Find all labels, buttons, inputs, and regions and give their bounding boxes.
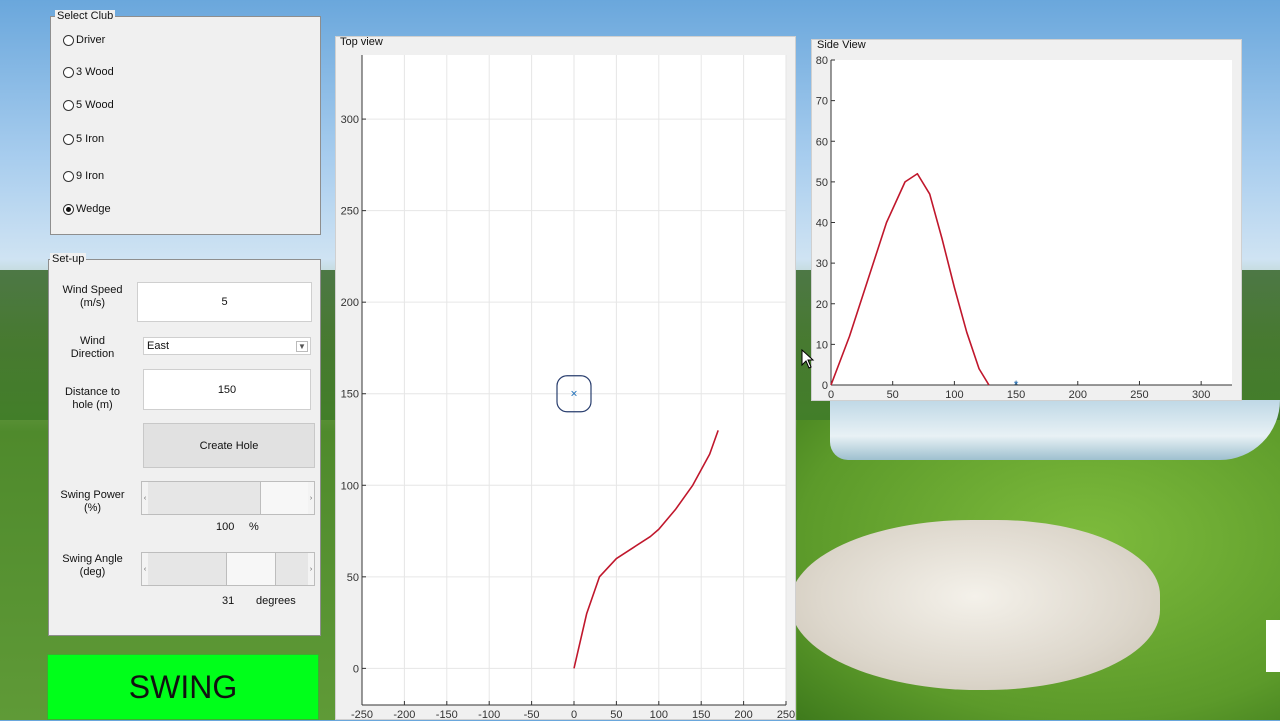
y-tick-label: 80	[816, 55, 828, 67]
x-tick-label: 250	[1130, 389, 1148, 400]
plot-area	[831, 60, 1232, 385]
setup-panel: Set-up Wind Speed (m/s) 5 Wind Direction…	[48, 253, 321, 636]
y-tick-label: 50	[347, 572, 359, 584]
background-lake	[830, 400, 1280, 460]
swing-power-unit: %	[249, 521, 259, 533]
top-view-chart[interactable]: -250 -200 -150 -100 -50 0 50 100 150 200 250 0 50 100…	[336, 37, 795, 721]
hole-marker: *	[1014, 378, 1019, 392]
slider-left-arrow-icon[interactable]: ‹	[142, 553, 148, 585]
slider-left-arrow-icon[interactable]: ‹	[142, 482, 148, 514]
x-tick-label: -200	[393, 709, 415, 721]
setup-title: Set-up	[50, 253, 87, 265]
x-tick-label: -100	[478, 709, 500, 721]
x-tick-label: 150	[692, 709, 710, 721]
y-tick-label: 10	[816, 339, 828, 351]
distance-label: Distance to hole (m)	[64, 386, 121, 411]
x-tick-label: 200	[1069, 389, 1087, 400]
club-option-driver[interactable]: Driver	[63, 34, 105, 46]
radio-button-selected-icon	[63, 203, 74, 215]
y-tick-label: 20	[816, 299, 828, 311]
chevron-down-icon[interactable]: ▼	[296, 341, 308, 352]
top-view-panel: Top view -250 -200 -150 -100 -50 0 50 100 150 200…	[335, 36, 796, 721]
x-tick-label: -50	[524, 709, 540, 721]
radio-button-icon	[63, 99, 74, 111]
wind-speed-label: Wind Speed (m/s)	[62, 284, 123, 309]
swing-angle-slider[interactable]: ‹ ›	[141, 552, 315, 586]
swing-angle-thumb[interactable]	[226, 552, 277, 586]
club-option-wedge[interactable]: Wedge	[63, 203, 111, 215]
background-bunker	[790, 520, 1160, 690]
y-tick-label: 0	[353, 663, 359, 675]
swing-angle-label: Swing Angle (deg)	[62, 553, 123, 578]
x-tick-label: -150	[436, 709, 458, 721]
select-club-panel: Select Club Driver 3 Wood 5 Wood 5 Iron …	[50, 10, 321, 235]
swing-power-value: 100	[216, 521, 235, 533]
club-option-3-wood[interactable]: 3 Wood	[63, 66, 114, 78]
wind-direction-label: Wind Direction	[70, 335, 115, 360]
slider-right-arrow-icon[interactable]: ›	[308, 553, 314, 585]
x-tick-label: 100	[945, 389, 963, 400]
radio-button-icon	[63, 133, 74, 145]
mouse-cursor-icon	[801, 349, 815, 369]
x-tick-label: 50	[610, 709, 622, 721]
club-option-5-iron[interactable]: 5 Iron	[63, 133, 104, 145]
y-tick-label: 40	[816, 218, 828, 230]
y-tick-label: 200	[341, 297, 359, 309]
y-tick-label: 30	[816, 258, 828, 270]
y-tick-label: 70	[816, 96, 828, 108]
distance-input[interactable]: 150	[143, 369, 311, 410]
x-tick-label: 300	[1192, 389, 1210, 400]
x-tick-label: 0	[828, 389, 834, 400]
radio-button-icon	[63, 66, 74, 78]
y-tick-label: 50	[816, 177, 828, 189]
side-view-chart[interactable]: 0 50 100 150 200 250 30001020304050607080*	[812, 40, 1241, 400]
x-tick-label: 100	[650, 709, 668, 721]
radio-button-icon	[63, 34, 74, 46]
x-tick-label: -250	[351, 709, 373, 721]
create-hole-button[interactable]: Create Hole	[143, 423, 315, 468]
wind-direction-value: East	[147, 340, 170, 352]
y-tick-label: 150	[341, 389, 359, 401]
swing-angle-value: 31	[222, 595, 235, 607]
radio-button-icon	[63, 170, 74, 182]
x-tick-label: 50	[887, 389, 899, 400]
y-tick-label: 250	[341, 206, 359, 218]
select-club-title: Select Club	[55, 10, 116, 22]
y-tick-label: 100	[341, 480, 359, 492]
y-tick-label: 300	[341, 114, 359, 126]
club-option-5-wood[interactable]: 5 Wood	[63, 99, 114, 111]
background-edge-box	[1266, 620, 1280, 672]
club-option-9-iron[interactable]: 9 Iron	[63, 170, 104, 182]
hole-marker: ×	[570, 387, 577, 401]
swing-power-thumb[interactable]	[260, 481, 310, 515]
wind-speed-input[interactable]: 5	[137, 282, 312, 322]
swing-angle-unit: degrees	[256, 595, 296, 607]
wind-direction-select[interactable]: East ▼	[143, 337, 311, 355]
y-tick-label: 60	[816, 136, 828, 148]
slider-right-arrow-icon[interactable]: ›	[308, 482, 314, 514]
swing-power-label: Swing Power (%)	[60, 489, 125, 514]
y-tick-label: 0	[822, 380, 828, 392]
x-tick-label: 200	[734, 709, 752, 721]
side-view-panel: Side View 0 50 100 150 200 250 300 0 10 20 30 40 50 6…	[811, 39, 1242, 401]
x-tick-label: 250	[777, 709, 795, 721]
swing-button[interactable]: SWING	[47, 654, 319, 720]
x-tick-label: 0	[571, 709, 577, 721]
swing-power-slider[interactable]: ‹ ›	[141, 481, 315, 515]
